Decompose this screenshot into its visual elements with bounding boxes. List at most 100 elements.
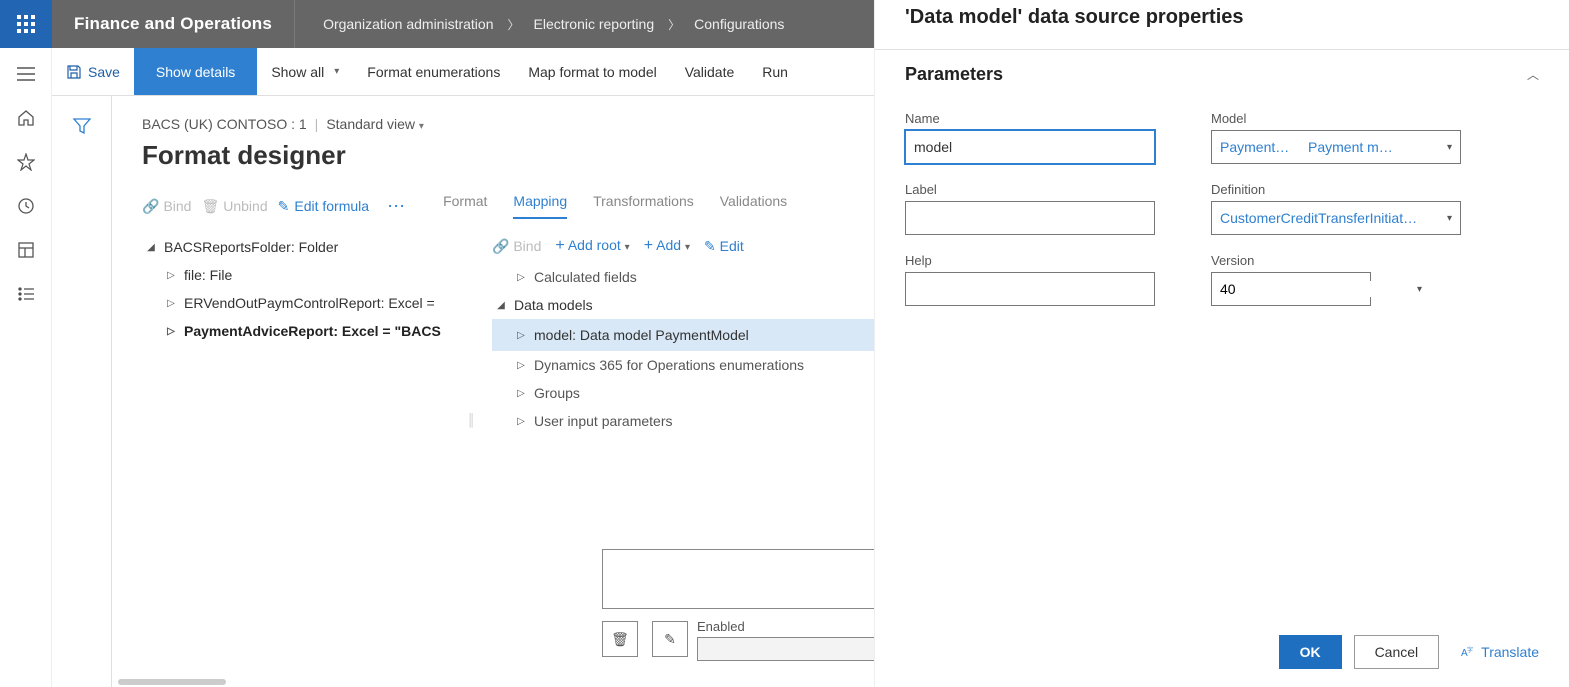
tree-label: Dynamics 365 for Operations enumerations [534,357,804,373]
app-title[interactable]: Finance and Operations [52,0,295,48]
waffle-icon [17,15,35,33]
divider [875,49,1569,50]
panel-footer: OK Cancel A字 Translate [905,621,1539,687]
format-enumerations-label: Format enumerations [367,64,500,80]
tab-validations[interactable]: Validations [720,193,787,219]
parameters-section-header[interactable]: Parameters ︿ [905,64,1539,85]
run-label: Run [762,64,788,80]
breadcrumb-item[interactable]: Organization administration [323,16,493,32]
expand-icon[interactable]: ▷ [516,360,526,371]
translate-icon: A字 [1461,645,1475,659]
trash-icon: 🗑 [611,631,629,648]
app-launcher-button[interactable] [0,0,52,48]
tab-mapping[interactable]: Mapping [513,193,567,219]
tree-label: file: File [184,267,232,283]
validate-button[interactable]: Validate [671,48,749,95]
more-button[interactable]: ⋯ [379,196,413,217]
format-tree: ◢BACSReportsFolder: Folder ▷ file: File ▷… [142,233,472,435]
chevron-down-icon: ▾ [1409,284,1430,295]
cancel-label: Cancel [1375,644,1419,660]
model-label: Model [1211,111,1461,126]
home-icon[interactable] [16,108,36,128]
show-all-button[interactable]: Show all▾ [257,48,353,95]
definition-label: Definition [1211,182,1461,197]
label-label: Label [905,182,1155,197]
view-label: Standard view [326,116,415,132]
model-select[interactable]: PaymentM… Payment m… ▾ [1211,130,1461,164]
expand-icon[interactable]: ▷ [166,298,176,309]
parameters-form: Name Label Help Model PaymentM… Payment … [905,111,1539,306]
config-name: BACS (UK) CONTOSO : 1 [142,116,307,132]
svg-text:字: 字 [1467,646,1473,654]
tree-node[interactable]: ▷ERVendOutPaymControlReport: Excel = [142,289,472,317]
label-input[interactable] [905,201,1155,235]
add-button[interactable]: + Add ▾ [644,237,690,255]
filter-icon[interactable] [73,118,91,687]
chevron-down-icon: ▾ [685,242,690,253]
star-icon[interactable] [16,152,36,172]
edit-button[interactable]: ✎ Edit [704,238,744,255]
edit-icon-button[interactable]: ✎ [652,621,688,657]
expand-icon[interactable]: ▷ [166,326,176,337]
link-icon: 🔗 [142,198,159,215]
save-icon [66,64,82,80]
trash-icon: 🗑 [201,198,219,215]
add-root-button[interactable]: + Add root ▾ [555,237,629,255]
expand-icon[interactable]: ▷ [516,416,526,427]
collapse-icon[interactable]: ◢ [496,300,506,311]
view-selector[interactable]: Standard view ▾ [326,116,424,132]
recent-icon[interactable] [16,196,36,216]
name-input[interactable] [905,130,1155,164]
pencil-icon: ✎ [664,631,676,648]
enabled-label: Enabled [697,619,745,634]
tree-node[interactable]: ▷ file: File [142,261,472,289]
name-label: Name [905,111,1155,126]
delete-button[interactable]: 🗑 [602,621,638,657]
show-details-label: Show details [156,64,235,80]
show-details-button[interactable]: Show details [134,48,257,95]
bind-button: 🔗 Bind [492,238,541,255]
edit-formula-button[interactable]: ✎Edit formula [278,198,369,215]
help-label: Help [905,253,1155,268]
definition-value: CustomerCreditTransferInitiat… [1220,210,1417,226]
tree-label: Data models [514,297,593,313]
tree-label: Calculated fields [534,269,637,285]
tree-label: Groups [534,385,580,401]
tree-node[interactable]: ▷PaymentAdviceReport: Excel = "BACS [142,317,472,345]
chevron-right-icon: 〉 [668,16,680,33]
save-label: Save [88,64,120,80]
save-button[interactable]: Save [52,48,134,95]
expand-icon[interactable]: ▷ [166,270,176,281]
translate-label: Translate [1481,644,1539,660]
ok-button[interactable]: OK [1279,635,1342,669]
horizontal-scrollbar[interactable] [112,677,412,687]
tab-transformations[interactable]: Transformations [593,193,694,219]
workspace-icon[interactable] [16,240,36,260]
tab-format[interactable]: Format [443,193,487,219]
help-input[interactable] [905,272,1155,306]
format-enumerations-button[interactable]: Format enumerations [353,48,514,95]
collapse-icon[interactable]: ◢ [146,242,156,253]
breadcrumb: Organization administration 〉 Electronic… [295,16,784,33]
translate-link[interactable]: A字 Translate [1461,644,1539,660]
definition-select[interactable]: CustomerCreditTransferInitiat… ▾ [1211,201,1461,235]
run-button[interactable]: Run [748,48,802,95]
breadcrumb-item[interactable]: Electronic reporting [534,16,655,32]
properties-panel: 'Data model' data source properties Para… [875,0,1569,687]
filter-gutter [52,96,112,687]
map-format-button[interactable]: Map format to model [514,48,670,95]
hamburger-icon[interactable] [16,64,36,84]
breadcrumb-item[interactable]: Configurations [694,16,784,32]
expand-icon[interactable]: ▷ [516,388,526,399]
tree-node[interactable]: ◢BACSReportsFolder: Folder [142,233,472,261]
expand-icon[interactable]: ▷ [516,272,526,283]
expand-icon[interactable]: ▷ [516,330,526,341]
chevron-up-icon[interactable]: ︿ [1527,66,1539,83]
modules-icon[interactable] [16,284,36,304]
plus-icon: + [644,237,653,254]
version-select[interactable]: ▾ [1211,272,1371,306]
version-input[interactable] [1212,281,1409,297]
cancel-button[interactable]: Cancel [1354,635,1440,669]
chevron-right-icon: 〉 [507,16,519,33]
show-all-label: Show all [271,64,324,80]
